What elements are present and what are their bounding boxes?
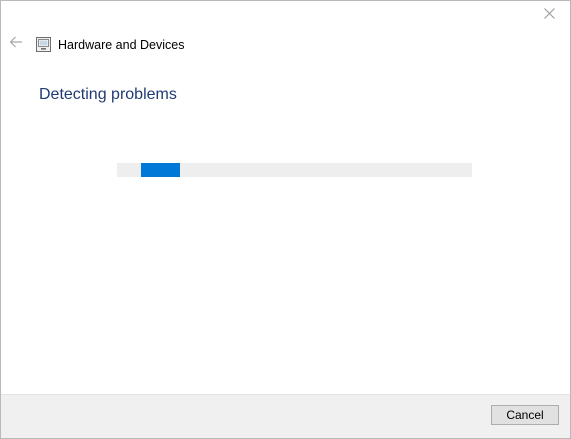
progress-indicator: [141, 163, 180, 177]
close-icon: [543, 6, 555, 24]
footer-bar: Cancel: [1, 394, 570, 438]
window-title: Hardware and Devices: [58, 38, 185, 52]
troubleshooter-window: Hardware and Devices Detecting problems …: [0, 0, 571, 439]
back-arrow-icon: [9, 35, 23, 53]
progress-bar: [117, 163, 472, 177]
back-button[interactable]: [7, 35, 25, 53]
cancel-button[interactable]: Cancel: [491, 405, 559, 425]
troubleshooter-icon: [36, 37, 51, 52]
close-button[interactable]: [538, 5, 560, 25]
page-heading: Detecting problems: [39, 86, 177, 103]
